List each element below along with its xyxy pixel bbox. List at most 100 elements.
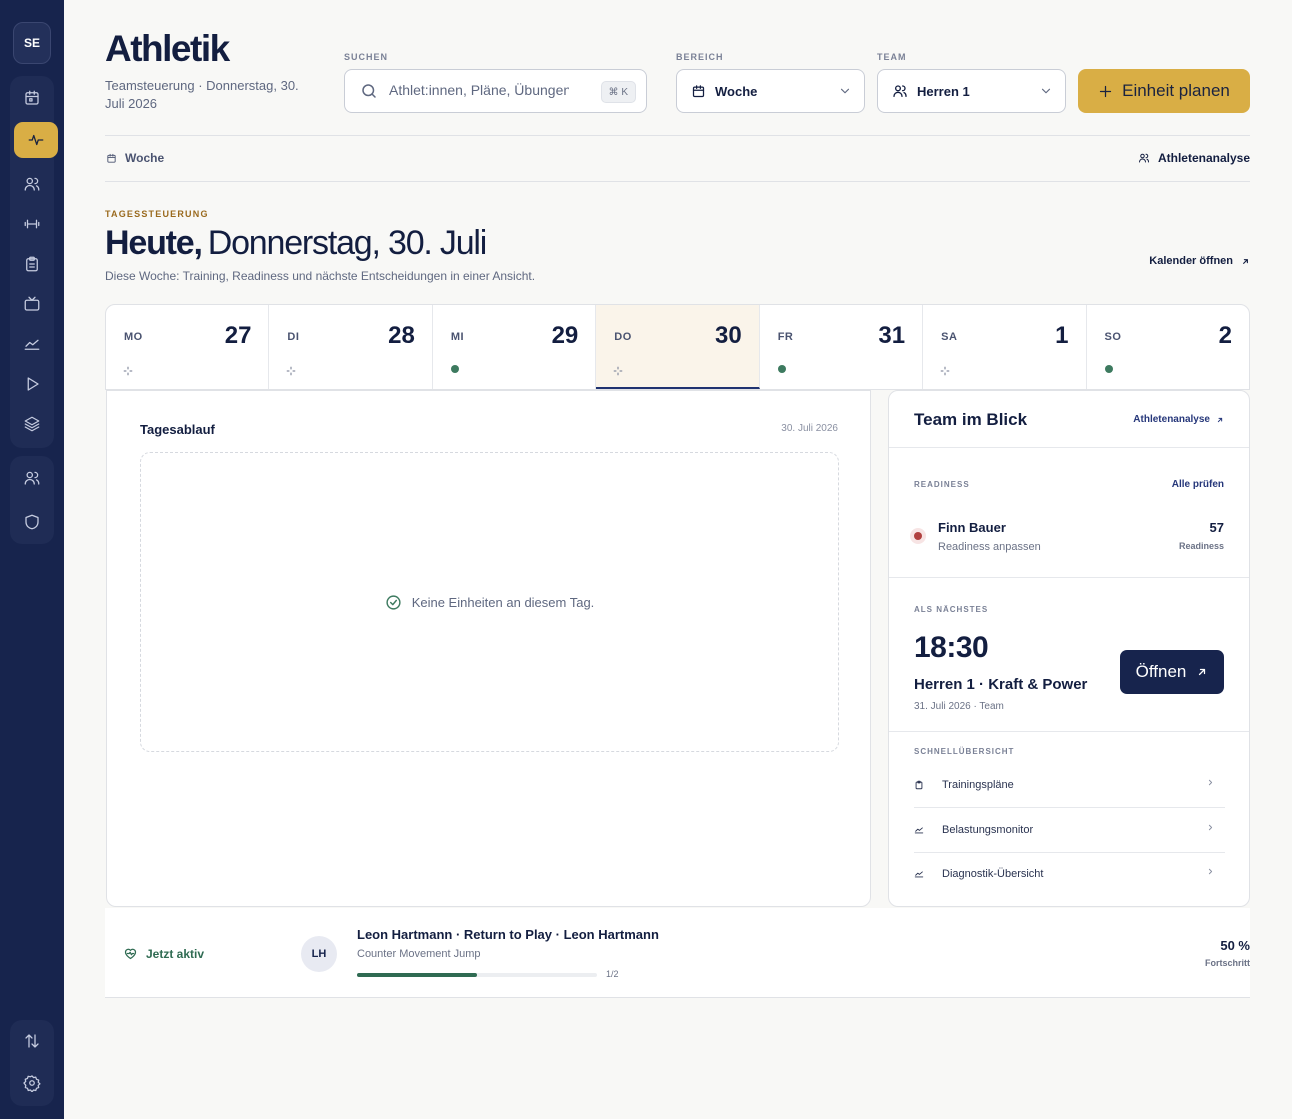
chevron-right-icon: [1208, 779, 1213, 786]
page-subtitle: Teamsteuerung · Donnerstag, 30. Juli 202…: [105, 78, 299, 111]
day-mo[interactable]: MO 27: [106, 305, 270, 389]
chart-line-icon: [914, 827, 924, 834]
day-number: 29: [551, 322, 579, 349]
divider: [105, 181, 1250, 182]
check-all-link[interactable]: Alle prüfen: [1172, 479, 1224, 490]
calendar-icon: [107, 153, 116, 163]
arrow-up-right-icon: [1199, 668, 1206, 676]
sidebar-item-athletes[interactable]: [14, 166, 50, 202]
search-input[interactable]: [389, 82, 569, 98]
day-do[interactable]: DO 30: [596, 305, 760, 389]
week-strip: MO 27 DI 28 MI 29 DO 30 FR 31 SA 1 SO 2: [105, 304, 1250, 390]
sidebar-item-sort[interactable]: [14, 1023, 50, 1059]
athlete-name[interactable]: Finn Bauer: [938, 520, 1006, 535]
day-number: 30: [714, 322, 742, 349]
sidebar-item-library[interactable]: [14, 406, 50, 442]
next-session-title: Herren 1 · Kraft & Power: [914, 676, 1088, 693]
athlete-analysis-link[interactable]: Athletenanalyse: [1133, 414, 1224, 425]
sidebar-item-security[interactable]: [14, 504, 50, 540]
open-calendar-link[interactable]: Kalender öffnen: [1149, 255, 1250, 267]
athlete-avatar: LH: [301, 936, 337, 972]
day-di[interactable]: DI 28: [269, 305, 433, 389]
divider: [105, 135, 1250, 136]
calendar-icon: [25, 90, 39, 105]
calendar-icon: [692, 84, 705, 97]
pending-icon: [940, 363, 950, 381]
open-session-button[interactable]: Öffnen: [1120, 650, 1224, 694]
timeline-panel: Tagesablauf 30. Juli 2026 Keine Einheite…: [106, 390, 871, 907]
sidebar-admin-group: [10, 456, 54, 544]
quick-item-load-monitor[interactable]: Belastungsmonitor: [914, 808, 1225, 852]
pending-icon: [613, 363, 623, 381]
search-field[interactable]: ⌘ K: [344, 69, 647, 113]
progress-step: 1/2: [606, 969, 619, 979]
next-session-time: 18:30: [914, 631, 989, 664]
tab-athlete-analysis[interactable]: Athletenanalyse: [1138, 151, 1250, 165]
search-icon: [362, 84, 376, 98]
team-select[interactable]: Herren 1: [877, 69, 1066, 113]
quick-item-diagnostics[interactable]: Diagnostik-Übersicht: [914, 852, 1225, 896]
plan-session-button[interactable]: Einheit planen: [1078, 69, 1250, 113]
day-number: 2: [1218, 322, 1232, 349]
readiness-action[interactable]: Readiness anpassen: [938, 541, 1041, 553]
sidebar-item-media[interactable]: [14, 286, 50, 322]
day-mi[interactable]: MI 29: [433, 305, 597, 389]
quick-item-training-plans[interactable]: Trainingspläne: [914, 763, 1225, 807]
empty-state: Keine Einheiten an diesem Tag.: [140, 452, 839, 752]
chart-line-icon: [914, 871, 924, 878]
sidebar-item-plans[interactable]: [14, 246, 50, 282]
planned-dot: [450, 365, 459, 373]
day-fr[interactable]: FR 31: [760, 305, 924, 389]
planned-dot: [777, 365, 786, 373]
readiness-status-dot: [910, 528, 926, 544]
sidebar-item-sessions[interactable]: [14, 366, 50, 402]
day-heading-bold: Heute,: [105, 224, 203, 262]
day-heading: Heute, Donnerstag, 30. Juli: [105, 224, 488, 263]
day-so[interactable]: SO 2: [1087, 305, 1249, 389]
day-number: 1: [1055, 322, 1069, 349]
active-exercise: Counter Movement Jump: [357, 948, 481, 960]
day-sa[interactable]: SA 1: [923, 305, 1087, 389]
active-now-text: Jetzt aktiv: [146, 946, 205, 961]
user-avatar[interactable]: SE: [13, 22, 51, 64]
day-name: FR: [777, 331, 794, 343]
readiness-label: READINESS: [914, 480, 970, 489]
tab-athlete-analysis-label: Athletenanalyse: [1157, 151, 1250, 165]
active-session-bar[interactable]: Jetzt aktiv LH Leon Hartmann · Return to…: [105, 908, 1250, 998]
clipboard-icon: [26, 256, 38, 272]
day-name: MO: [124, 331, 143, 343]
timeline-date: 30. Juli 2026: [781, 423, 838, 434]
sidebar-item-settings[interactable]: [14, 1065, 50, 1101]
activity-icon: [28, 134, 44, 146]
plus-icon: [1099, 85, 1112, 97]
day-name: SO: [1104, 331, 1122, 343]
readiness-value-label: Readiness: [1178, 541, 1224, 551]
range-select[interactable]: Woche: [676, 69, 865, 113]
chevron-down-icon: [1041, 88, 1051, 94]
sidebar-item-activity[interactable]: [14, 122, 58, 158]
quick-item-label: Diagnostik-Übersicht: [942, 868, 1044, 880]
search-label: SUCHEN: [344, 52, 389, 62]
shield-icon: [25, 514, 39, 530]
sidebar-item-analytics[interactable]: [14, 326, 50, 362]
layers-icon: [24, 416, 40, 432]
card-header: Team im Blick Athletenanalyse: [889, 391, 1249, 448]
pending-icon: [286, 363, 296, 381]
day-heading-date: Donnerstag, 30. Juli: [207, 224, 488, 262]
athlete-analysis-link-label: Athletenanalyse: [1133, 414, 1210, 425]
sidebar-item-exercises[interactable]: [14, 206, 50, 242]
check-circle-icon: [386, 594, 401, 610]
chevron-right-icon: [1208, 824, 1213, 831]
tab-week[interactable]: Woche: [106, 151, 164, 165]
empty-state-text: Keine Einheiten an diesem Tag.: [411, 594, 595, 610]
chevron-right-icon: [1208, 868, 1213, 875]
divider: [889, 577, 1249, 578]
day-number: 31: [878, 322, 906, 349]
sidebar-item-calendar[interactable]: [14, 80, 50, 116]
users-icon: [1138, 153, 1149, 163]
day-name: MI: [450, 331, 465, 343]
divider: [889, 731, 1249, 732]
sidebar-bottom-group: [10, 1020, 54, 1106]
active-session-title: Leon Hartmann · Return to Play · Leon Ha…: [357, 927, 659, 942]
sidebar-item-team[interactable]: [14, 460, 50, 496]
